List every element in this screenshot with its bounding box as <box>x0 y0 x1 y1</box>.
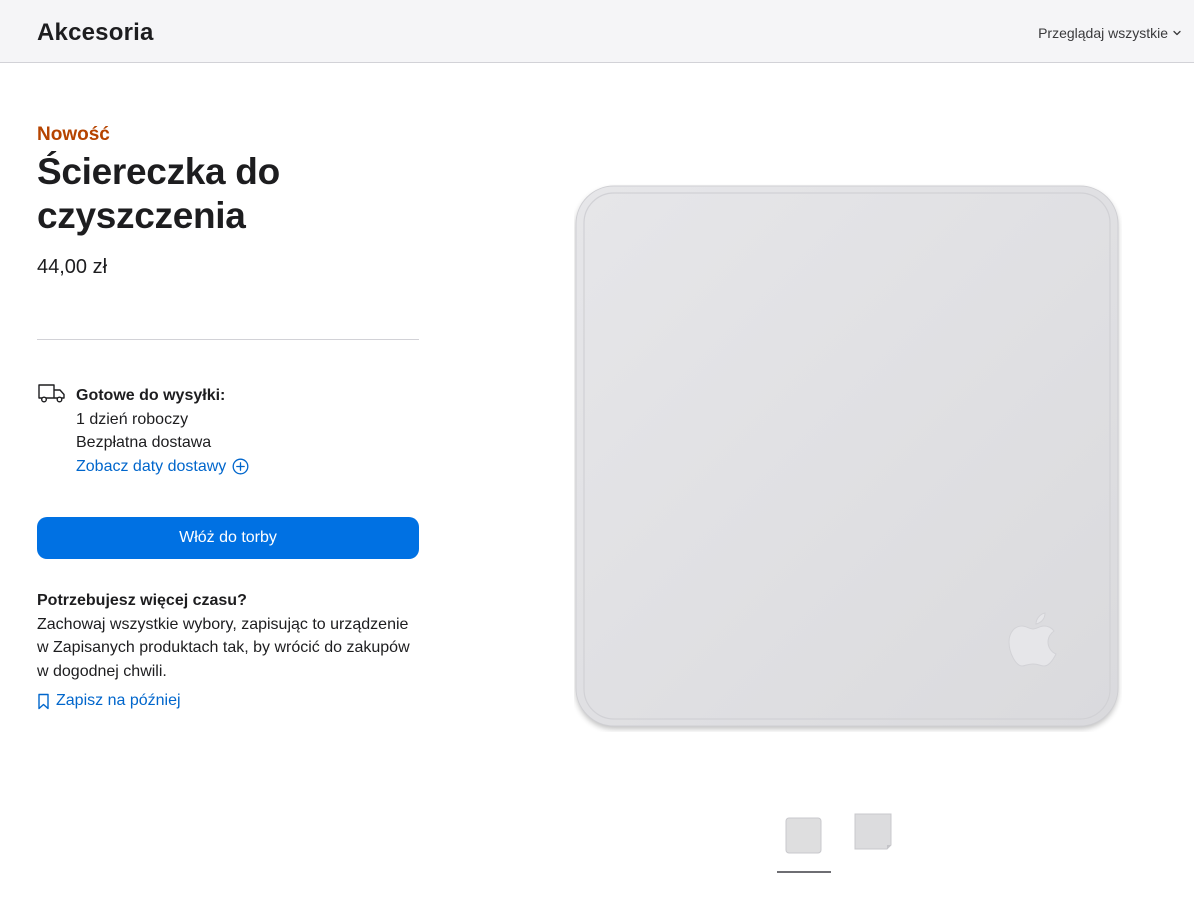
delivery-truck-icon <box>38 384 65 403</box>
save-description: Zachowaj wszystkie wybory, zapisując to … <box>37 615 410 680</box>
product-title: Ściereczka do czyszczenia <box>37 151 280 236</box>
divider <box>37 339 419 340</box>
shipping-info: Gotowe do wysyłki: 1 dzień roboczy Bezpł… <box>76 384 249 478</box>
browse-all-label: Przeglądaj wszystkie <box>1038 25 1168 41</box>
top-nav-bar: Akcesoria Przeglądaj wszystkie <box>0 0 1194 63</box>
save-for-later-link[interactable]: Zapisz na później <box>37 692 181 710</box>
plus-circle-icon <box>232 458 249 475</box>
product-image <box>575 185 1119 727</box>
save-for-later-section: Potrzebujesz więcej czasu? Zachowaj wszy… <box>37 589 419 683</box>
product-price: 44,00 zł <box>37 256 108 278</box>
thumbnail-angle[interactable] <box>853 813 893 850</box>
delivery-dates-link[interactable]: Zobacz daty dostawy <box>76 455 249 479</box>
delivery-dates-label: Zobacz daty dostawy <box>76 457 227 475</box>
shipping-heading: Gotowe do wysyłki: <box>76 387 226 404</box>
browse-all-dropdown[interactable]: Przeglądaj wszystkie <box>1038 25 1182 41</box>
thumbnail-front[interactable] <box>785 817 822 854</box>
save-heading: Potrzebujesz więcej czasu? <box>37 592 247 609</box>
thumbnail-selected-indicator <box>777 871 831 873</box>
bookmark-icon <box>38 693 49 709</box>
category-title: Akcesoria <box>37 19 154 46</box>
chevron-down-icon <box>1173 30 1181 36</box>
add-to-bag-button[interactable]: Włóż do torby <box>37 517 419 559</box>
shipping-time: 1 dzień roboczy <box>76 410 189 428</box>
new-badge: Nowość <box>37 124 110 145</box>
shipping-cost: Bezpłatna dostawa <box>76 434 212 451</box>
save-for-later-label: Zapisz na później <box>56 692 181 709</box>
